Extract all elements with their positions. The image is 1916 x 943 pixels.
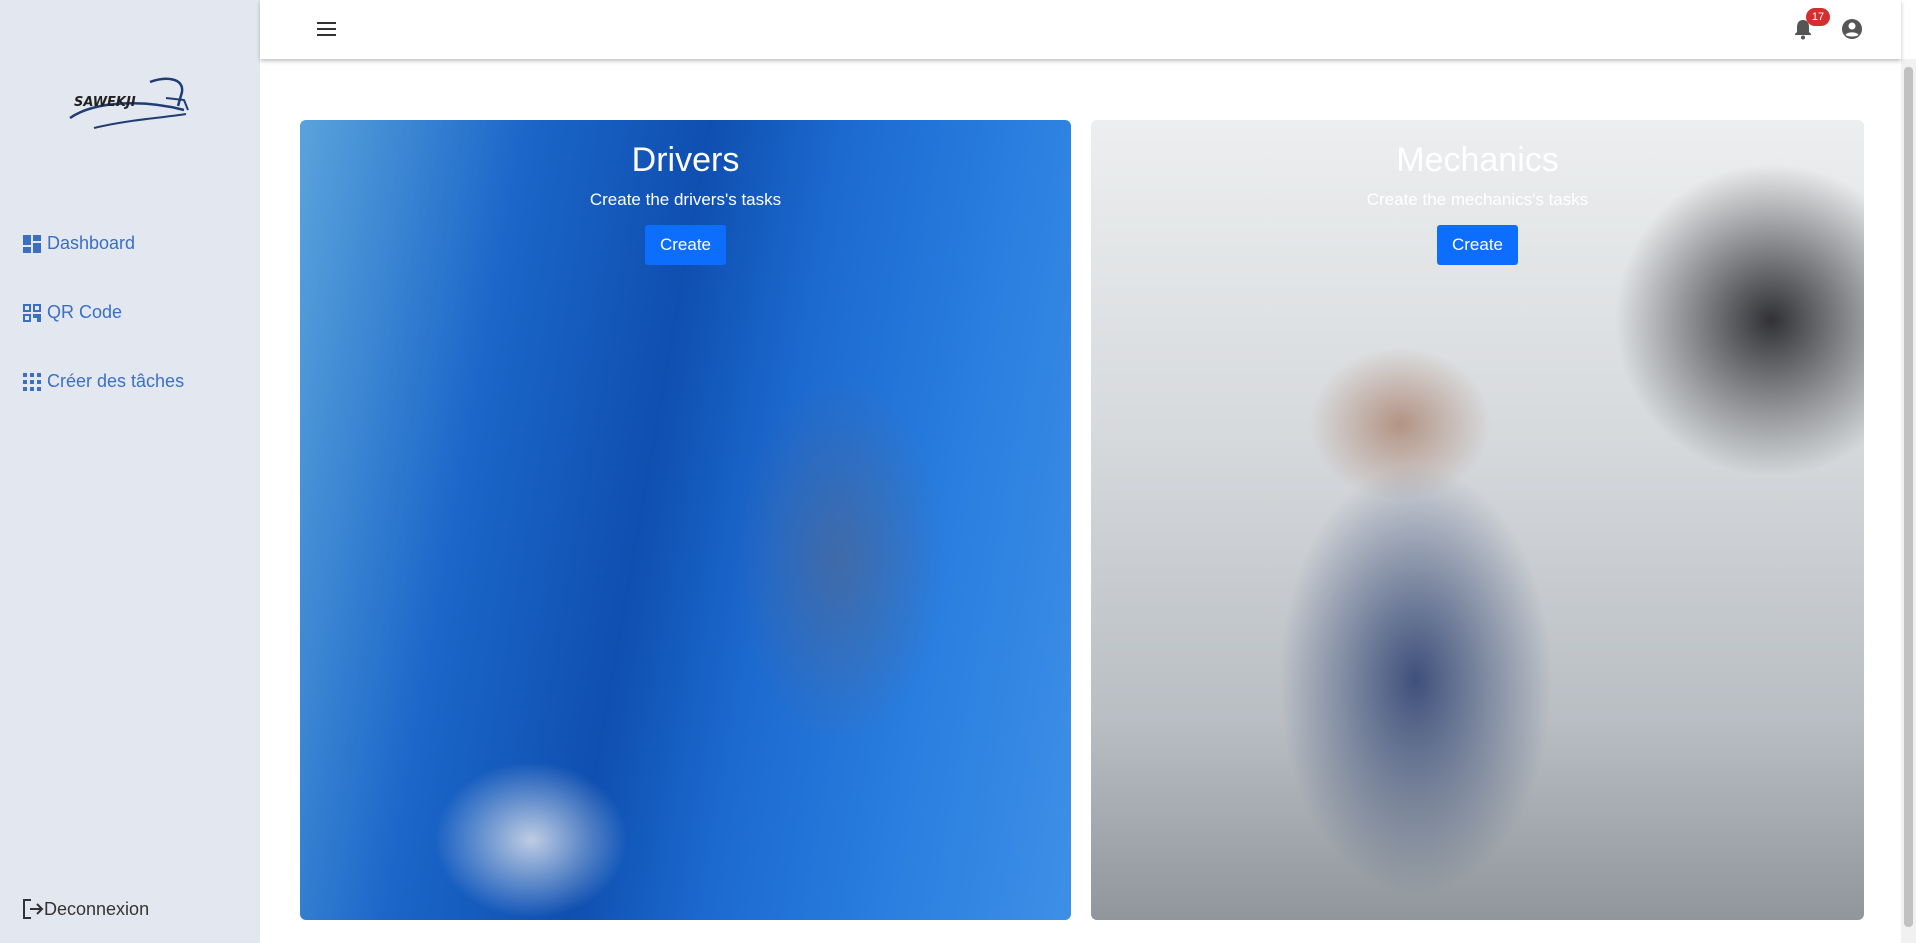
card-title: Drivers xyxy=(631,141,740,179)
card-subtitle: Create the mechanics's tasks xyxy=(1366,190,1589,209)
dashboard-icon xyxy=(22,234,42,254)
create-mechanics-task-button[interactable]: Create xyxy=(1436,225,1519,265)
menu-icon[interactable] xyxy=(316,19,338,39)
sidebar-item-label: Dashboard xyxy=(47,233,136,253)
logout-label: Deconnexion xyxy=(44,898,150,919)
sawekji-logo[interactable]: SAWEKJI xyxy=(66,70,191,140)
sidebar-item-label: Créer des tâches xyxy=(47,371,185,391)
sidebar: SAWEKJI Dashboard QR Code Créer des tâch… xyxy=(0,0,260,943)
create-drivers-task-button[interactable]: Create xyxy=(644,225,727,265)
card-title: Mechanics xyxy=(1396,141,1559,179)
drivers-card: Drivers Create the drivers's tasks Creat… xyxy=(300,120,1071,920)
apps-grid-icon xyxy=(22,372,42,392)
scrollbar-thumb[interactable] xyxy=(1904,67,1913,927)
top-bar: 17 xyxy=(260,0,1901,59)
qr-code-icon xyxy=(22,303,42,323)
logo-text: SAWEKJI xyxy=(74,95,136,110)
sidebar-item-label: QR Code xyxy=(47,302,123,322)
page-scrollbar[interactable] xyxy=(1901,59,1916,943)
notification-badge: 17 xyxy=(1806,8,1830,26)
logout-icon xyxy=(22,898,44,920)
sidebar-item-create-tasks[interactable]: Créer des tâches xyxy=(22,371,184,392)
sidebar-item-dashboard[interactable]: Dashboard xyxy=(22,233,135,254)
account-circle-icon[interactable] xyxy=(1841,18,1863,40)
card-subtitle: Create the drivers's tasks xyxy=(589,190,782,209)
sidebar-item-qr-code[interactable]: QR Code xyxy=(22,302,122,323)
mechanics-card: Mechanics Create the mechanics's tasks C… xyxy=(1091,120,1864,920)
logout-button[interactable]: Deconnexion xyxy=(22,898,149,920)
